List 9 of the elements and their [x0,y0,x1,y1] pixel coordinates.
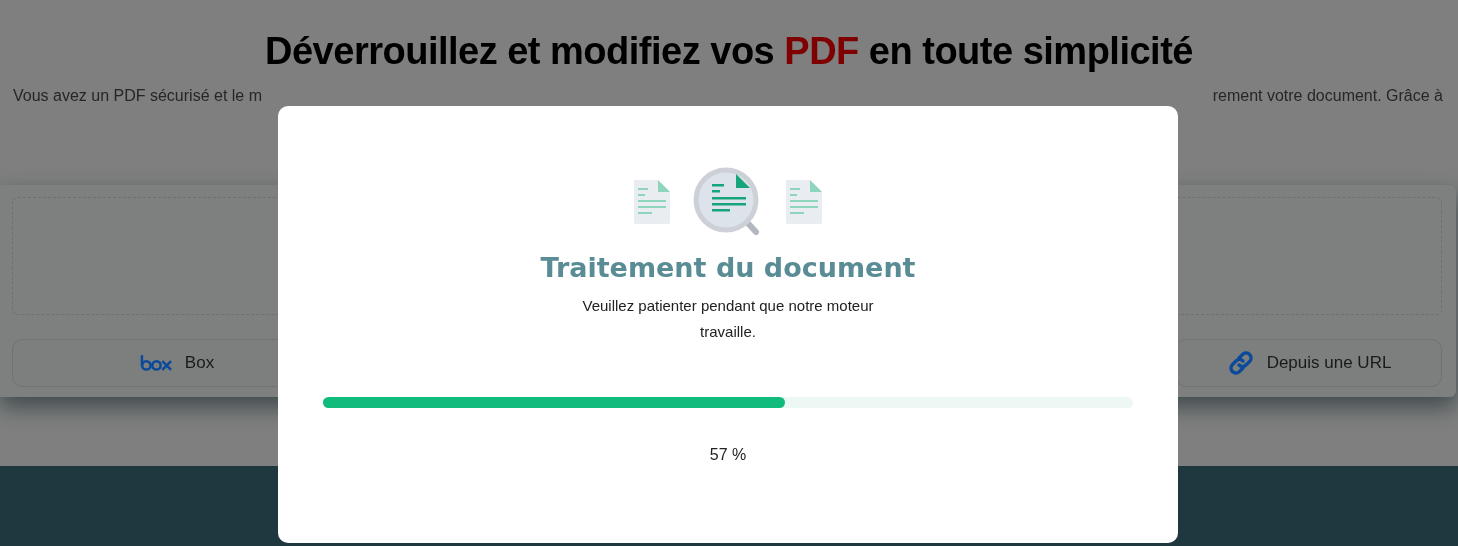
source-button[interactable]: Depuis une URL [1176,339,1442,387]
link-icon [1226,349,1255,377]
progress-percent: 57 % [709,446,747,464]
intro-text: rement votre document. Grâce à [1212,87,1443,105]
box-logo-icon [139,355,173,371]
dialog-title: Traitement du document [540,252,916,283]
page-title: Déverrouillez et modifiez vos PDF en toute simplicité [265,30,1193,73]
dialog-message: Veuillez patienter pendant que notre moteur travaille. [581,296,875,342]
intro-text: Vous avez un PDF sécurisé et le m [13,87,262,105]
